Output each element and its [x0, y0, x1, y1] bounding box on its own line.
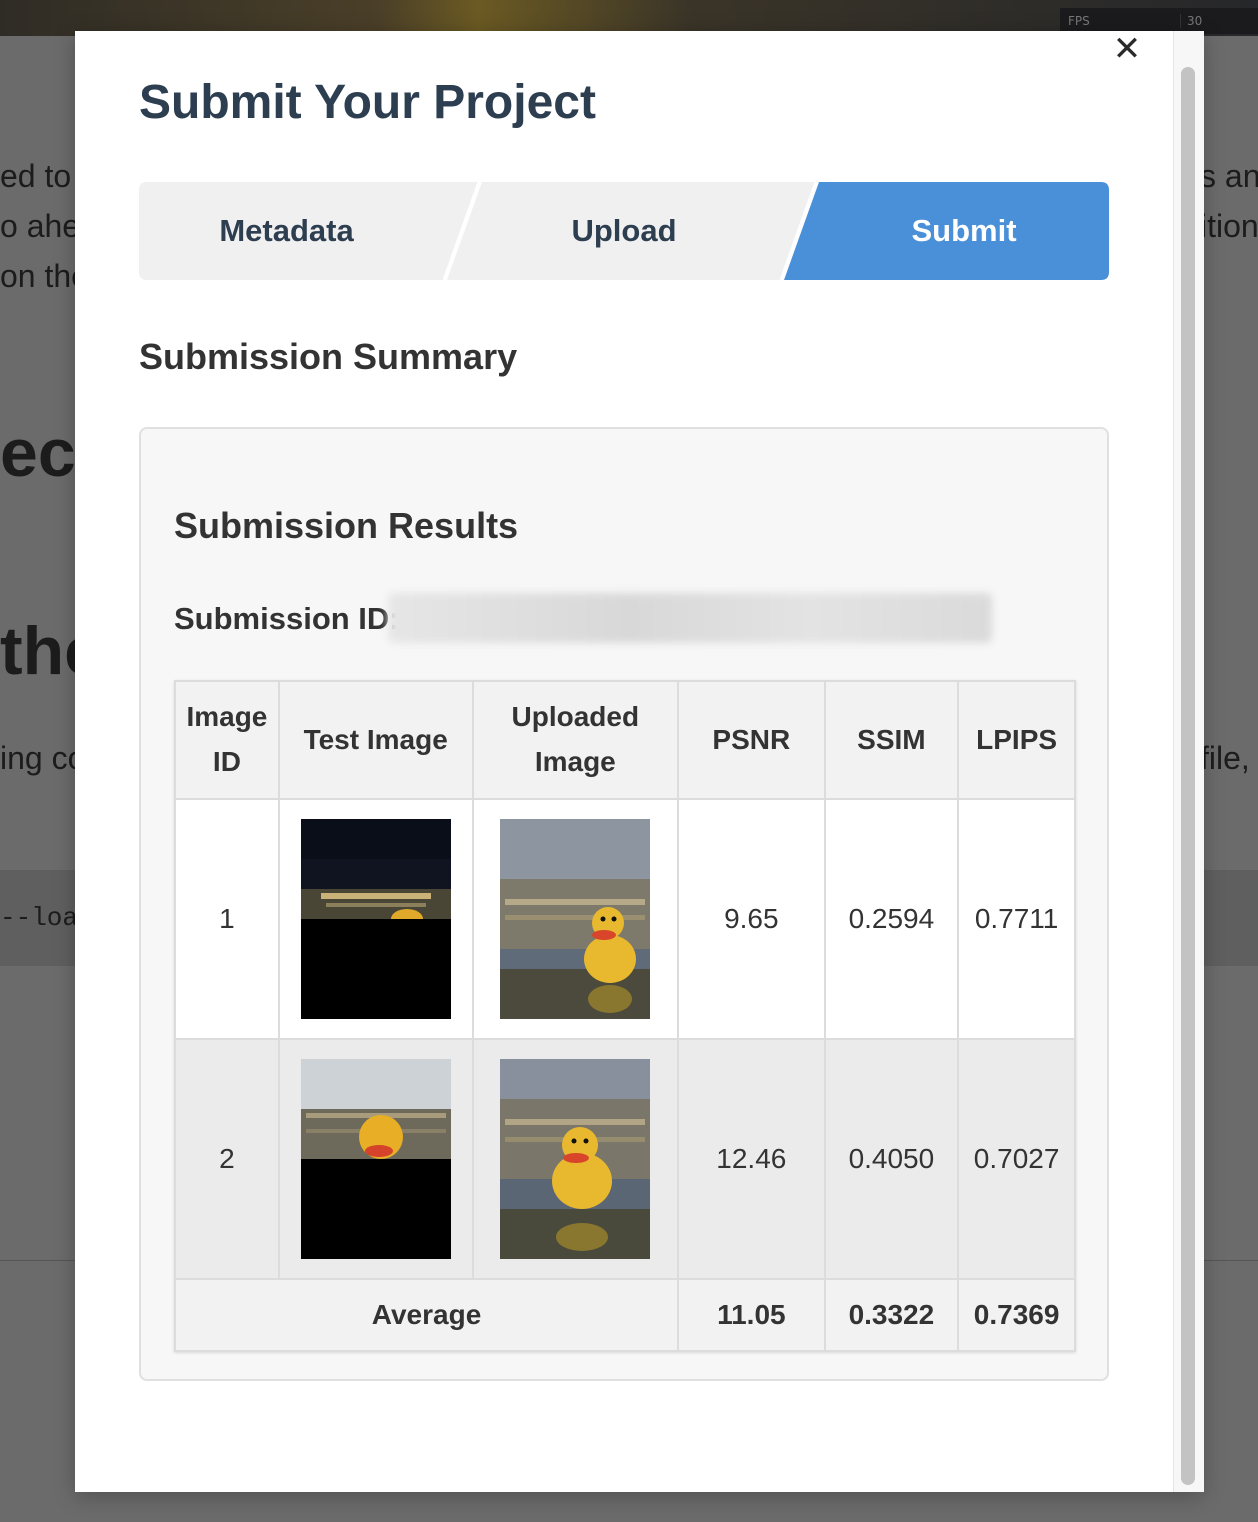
- modal-title: Submit Your Project: [139, 76, 596, 129]
- night-building-duck-icon: [300, 819, 451, 1019]
- duck-reconstruction-icon: [500, 1059, 651, 1259]
- background-text-line: ing co: [0, 740, 86, 776]
- column-header-psnr: PSNR: [677, 680, 826, 800]
- background-text-line: file, p: [1200, 740, 1258, 776]
- average-psnr: 11.05: [677, 1278, 826, 1352]
- submit-project-modal: ✕ Submit Your Project Metadata Upload Su…: [75, 31, 1204, 1492]
- cell-uploaded-image: [471, 798, 680, 1040]
- duck-reconstruction-icon: [500, 819, 651, 1019]
- average-lpips: 0.7369: [957, 1278, 1076, 1352]
- table-header-row: Image ID Test Image Uploaded Image PSNR …: [174, 680, 1076, 800]
- cell-image-id: 1: [174, 798, 280, 1040]
- close-icon[interactable]: ✕: [1111, 32, 1143, 66]
- cell-test-image: [277, 798, 474, 1040]
- submission-results-panel: Submission Results Submission ID: Image …: [139, 427, 1109, 1381]
- column-header-test-image: Test Image: [277, 680, 474, 800]
- column-header-uploaded-image: Uploaded Image: [471, 680, 680, 800]
- cell-test-image: [277, 1038, 474, 1280]
- background-text-line: s an: [1200, 158, 1258, 194]
- cell-uploaded-image: [471, 1038, 680, 1280]
- step-upload[interactable]: Upload: [459, 182, 789, 280]
- table-average-row: Average 11.05 0.3322 0.7369: [173, 1278, 1076, 1352]
- fps-label: FPS: [1068, 14, 1090, 28]
- submission-results-title: Submission Results: [174, 505, 519, 546]
- step-progress-bar: Metadata Upload Submit: [139, 182, 1109, 280]
- average-label: Average: [173, 1278, 680, 1352]
- table-row: 1 9.65 0.2594 0.7711: [174, 798, 1076, 1040]
- results-table: Image ID Test Image Uploaded Image PSNR …: [173, 680, 1076, 1352]
- column-header-lpips: LPIPS: [957, 680, 1076, 800]
- background-code-text: --loa: [0, 903, 79, 933]
- cell-image-id: 2: [174, 1038, 280, 1280]
- table-row: 2 12.46 0.4050 0.7027: [174, 1038, 1076, 1280]
- modal-scrollbar-thumb[interactable]: [1181, 67, 1195, 1485]
- background-text-line: ition: [1200, 208, 1258, 244]
- cell-ssim: 0.4050: [823, 1038, 960, 1280]
- cell-ssim: 0.2594: [823, 798, 960, 1040]
- submission-id-label: Submission ID:: [174, 601, 400, 636]
- step-submit[interactable]: Submit: [819, 182, 1109, 280]
- cell-lpips: 0.7711: [957, 798, 1076, 1040]
- cell-psnr: 12.46: [677, 1038, 826, 1280]
- cell-psnr: 9.65: [677, 798, 826, 1040]
- submission-id-value-redacted: [388, 593, 992, 643]
- average-ssim: 0.3322: [823, 1278, 960, 1352]
- column-header-image-id: Image ID: [174, 680, 280, 800]
- fps-value: 30: [1180, 14, 1202, 28]
- submission-summary-title: Submission Summary: [139, 336, 518, 377]
- column-header-ssim: SSIM: [823, 680, 960, 800]
- day-building-duck-icon: [300, 1059, 451, 1259]
- cell-lpips: 0.7027: [957, 1038, 1076, 1280]
- step-metadata[interactable]: Metadata: [139, 182, 434, 280]
